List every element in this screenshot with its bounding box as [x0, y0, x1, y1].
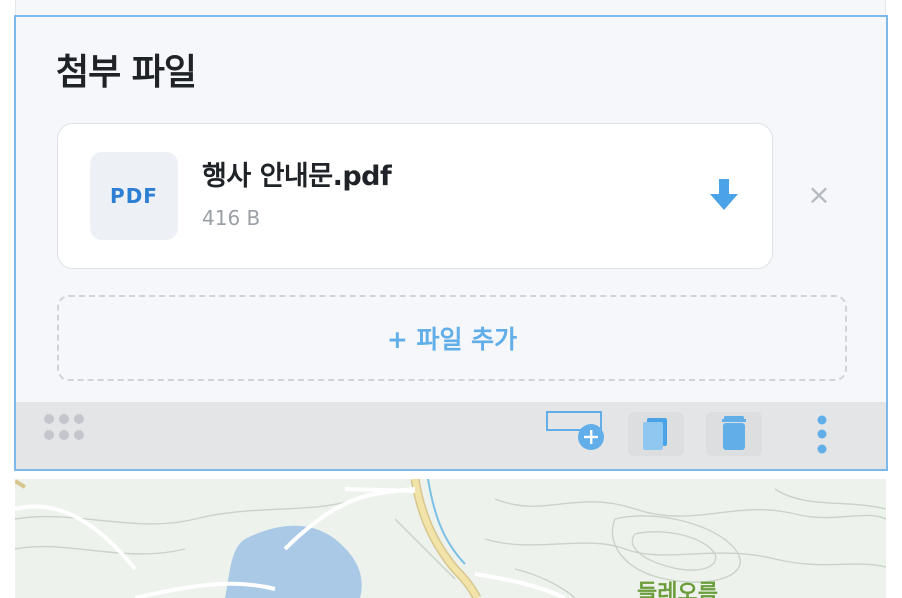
copy-icon [643, 418, 667, 450]
insert-block-button[interactable] [546, 410, 608, 456]
attachment-block[interactable]: 첨부 파일 PDF 행사 안내문.pdf 416 B × + 파일 추가 [14, 15, 888, 471]
add-file-button[interactable]: + 파일 추가 [57, 295, 847, 381]
delete-block-button[interactable] [706, 412, 762, 456]
remove-file-button[interactable]: × [804, 178, 834, 211]
map-place-label: 들레오름 [637, 581, 718, 598]
trash-icon [722, 416, 746, 450]
copy-block-button[interactable] [628, 412, 684, 456]
more-options-button[interactable] [812, 414, 832, 458]
download-arrow-icon [710, 179, 738, 210]
block-toolbar [16, 402, 886, 469]
map-terrain [15, 479, 886, 598]
previous-block-edge [15, 0, 886, 15]
more-vertical-icon [817, 415, 827, 454]
drag-handle-icon[interactable] [44, 414, 88, 442]
block-title: 첨부 파일 [56, 52, 197, 93]
download-button[interactable] [704, 176, 744, 216]
file-name: 행사 안내문.pdf [202, 161, 392, 192]
file-size: 416 B [202, 206, 261, 230]
map-view[interactable]: 들레오름 [15, 479, 886, 598]
file-card[interactable]: PDF 행사 안내문.pdf 416 B [57, 123, 773, 269]
file-type-thumbnail: PDF [90, 152, 178, 240]
insert-block-icon [546, 411, 604, 450]
